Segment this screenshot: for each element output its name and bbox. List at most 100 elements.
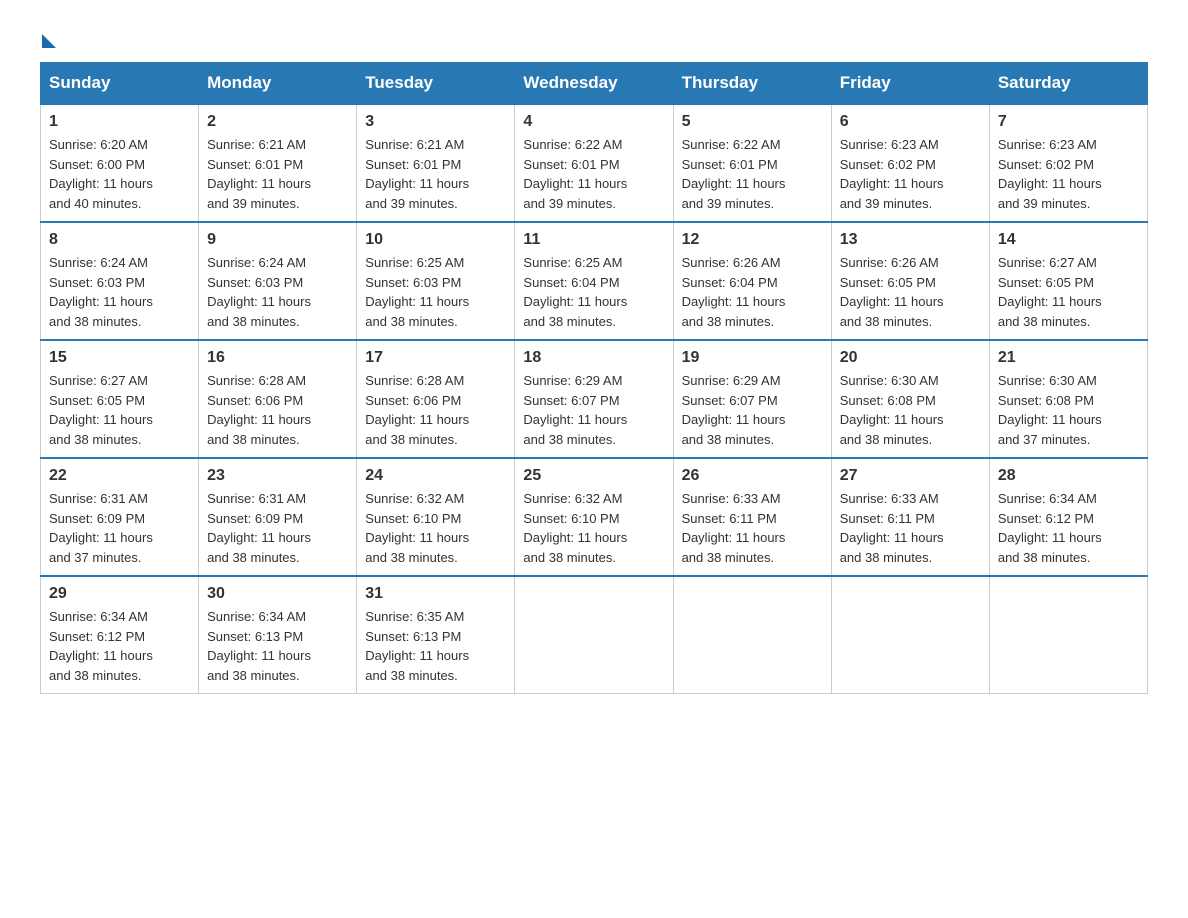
day-number: 15 [49,349,190,367]
day-number: 23 [207,467,348,485]
calendar-day-cell: 31 Sunrise: 6:35 AM Sunset: 6:13 PM Dayl… [357,576,515,694]
day-number: 20 [840,349,981,367]
day-info: Sunrise: 6:24 AM Sunset: 6:03 PM Dayligh… [49,253,190,331]
calendar-week-row: 15 Sunrise: 6:27 AM Sunset: 6:05 PM Dayl… [41,340,1148,458]
calendar-header-wednesday: Wednesday [515,63,673,105]
day-number: 11 [523,231,664,249]
day-info: Sunrise: 6:26 AM Sunset: 6:04 PM Dayligh… [682,253,823,331]
calendar-day-cell: 15 Sunrise: 6:27 AM Sunset: 6:05 PM Dayl… [41,340,199,458]
calendar-day-cell: 5 Sunrise: 6:22 AM Sunset: 6:01 PM Dayli… [673,104,831,222]
calendar-day-cell [673,576,831,694]
day-info: Sunrise: 6:30 AM Sunset: 6:08 PM Dayligh… [998,371,1139,449]
day-info: Sunrise: 6:23 AM Sunset: 6:02 PM Dayligh… [998,135,1139,213]
calendar-day-cell: 18 Sunrise: 6:29 AM Sunset: 6:07 PM Dayl… [515,340,673,458]
day-number: 6 [840,113,981,131]
calendar-week-row: 29 Sunrise: 6:34 AM Sunset: 6:12 PM Dayl… [41,576,1148,694]
day-info: Sunrise: 6:22 AM Sunset: 6:01 PM Dayligh… [682,135,823,213]
day-number: 12 [682,231,823,249]
calendar-week-row: 22 Sunrise: 6:31 AM Sunset: 6:09 PM Dayl… [41,458,1148,576]
calendar-day-cell: 23 Sunrise: 6:31 AM Sunset: 6:09 PM Dayl… [199,458,357,576]
calendar-day-cell: 22 Sunrise: 6:31 AM Sunset: 6:09 PM Dayl… [41,458,199,576]
calendar-day-cell: 30 Sunrise: 6:34 AM Sunset: 6:13 PM Dayl… [199,576,357,694]
calendar-day-cell: 21 Sunrise: 6:30 AM Sunset: 6:08 PM Dayl… [989,340,1147,458]
calendar-day-cell: 26 Sunrise: 6:33 AM Sunset: 6:11 PM Dayl… [673,458,831,576]
calendar-day-cell [989,576,1147,694]
day-number: 18 [523,349,664,367]
logo [40,30,56,42]
day-number: 9 [207,231,348,249]
day-number: 22 [49,467,190,485]
calendar-table: SundayMondayTuesdayWednesdayThursdayFrid… [40,62,1148,694]
calendar-day-cell: 11 Sunrise: 6:25 AM Sunset: 6:04 PM Dayl… [515,222,673,340]
calendar-header-tuesday: Tuesday [357,63,515,105]
day-info: Sunrise: 6:35 AM Sunset: 6:13 PM Dayligh… [365,607,506,685]
day-info: Sunrise: 6:24 AM Sunset: 6:03 PM Dayligh… [207,253,348,331]
calendar-day-cell: 17 Sunrise: 6:28 AM Sunset: 6:06 PM Dayl… [357,340,515,458]
page-header [40,30,1148,42]
day-info: Sunrise: 6:30 AM Sunset: 6:08 PM Dayligh… [840,371,981,449]
day-number: 7 [998,113,1139,131]
day-number: 21 [998,349,1139,367]
calendar-day-cell: 27 Sunrise: 6:33 AM Sunset: 6:11 PM Dayl… [831,458,989,576]
calendar-day-cell: 10 Sunrise: 6:25 AM Sunset: 6:03 PM Dayl… [357,222,515,340]
calendar-day-cell: 24 Sunrise: 6:32 AM Sunset: 6:10 PM Dayl… [357,458,515,576]
day-info: Sunrise: 6:34 AM Sunset: 6:12 PM Dayligh… [49,607,190,685]
day-number: 28 [998,467,1139,485]
calendar-day-cell: 8 Sunrise: 6:24 AM Sunset: 6:03 PM Dayli… [41,222,199,340]
calendar-header-sunday: Sunday [41,63,199,105]
calendar-day-cell: 29 Sunrise: 6:34 AM Sunset: 6:12 PM Dayl… [41,576,199,694]
day-number: 5 [682,113,823,131]
day-number: 27 [840,467,981,485]
calendar-day-cell: 7 Sunrise: 6:23 AM Sunset: 6:02 PM Dayli… [989,104,1147,222]
day-info: Sunrise: 6:29 AM Sunset: 6:07 PM Dayligh… [682,371,823,449]
calendar-header-monday: Monday [199,63,357,105]
calendar-day-cell: 13 Sunrise: 6:26 AM Sunset: 6:05 PM Dayl… [831,222,989,340]
day-info: Sunrise: 6:28 AM Sunset: 6:06 PM Dayligh… [207,371,348,449]
calendar-day-cell: 1 Sunrise: 6:20 AM Sunset: 6:00 PM Dayli… [41,104,199,222]
day-number: 2 [207,113,348,131]
day-number: 31 [365,585,506,603]
calendar-day-cell: 14 Sunrise: 6:27 AM Sunset: 6:05 PM Dayl… [989,222,1147,340]
day-info: Sunrise: 6:33 AM Sunset: 6:11 PM Dayligh… [682,489,823,567]
calendar-header-saturday: Saturday [989,63,1147,105]
calendar-header-friday: Friday [831,63,989,105]
day-info: Sunrise: 6:32 AM Sunset: 6:10 PM Dayligh… [523,489,664,567]
calendar-day-cell: 6 Sunrise: 6:23 AM Sunset: 6:02 PM Dayli… [831,104,989,222]
day-number: 4 [523,113,664,131]
day-number: 16 [207,349,348,367]
calendar-day-cell: 9 Sunrise: 6:24 AM Sunset: 6:03 PM Dayli… [199,222,357,340]
calendar-day-cell: 12 Sunrise: 6:26 AM Sunset: 6:04 PM Dayl… [673,222,831,340]
logo-general-text [40,30,56,48]
calendar-header-row: SundayMondayTuesdayWednesdayThursdayFrid… [41,63,1148,105]
day-info: Sunrise: 6:31 AM Sunset: 6:09 PM Dayligh… [49,489,190,567]
day-info: Sunrise: 6:32 AM Sunset: 6:10 PM Dayligh… [365,489,506,567]
day-number: 13 [840,231,981,249]
day-info: Sunrise: 6:31 AM Sunset: 6:09 PM Dayligh… [207,489,348,567]
day-info: Sunrise: 6:26 AM Sunset: 6:05 PM Dayligh… [840,253,981,331]
logo-arrow-icon [42,34,56,48]
day-number: 25 [523,467,664,485]
calendar-day-cell: 16 Sunrise: 6:28 AM Sunset: 6:06 PM Dayl… [199,340,357,458]
calendar-week-row: 1 Sunrise: 6:20 AM Sunset: 6:00 PM Dayli… [41,104,1148,222]
calendar-day-cell: 2 Sunrise: 6:21 AM Sunset: 6:01 PM Dayli… [199,104,357,222]
day-info: Sunrise: 6:34 AM Sunset: 6:12 PM Dayligh… [998,489,1139,567]
day-info: Sunrise: 6:21 AM Sunset: 6:01 PM Dayligh… [365,135,506,213]
calendar-day-cell: 28 Sunrise: 6:34 AM Sunset: 6:12 PM Dayl… [989,458,1147,576]
day-info: Sunrise: 6:33 AM Sunset: 6:11 PM Dayligh… [840,489,981,567]
day-info: Sunrise: 6:29 AM Sunset: 6:07 PM Dayligh… [523,371,664,449]
day-number: 14 [998,231,1139,249]
day-info: Sunrise: 6:23 AM Sunset: 6:02 PM Dayligh… [840,135,981,213]
calendar-day-cell: 20 Sunrise: 6:30 AM Sunset: 6:08 PM Dayl… [831,340,989,458]
day-info: Sunrise: 6:25 AM Sunset: 6:04 PM Dayligh… [523,253,664,331]
calendar-day-cell: 3 Sunrise: 6:21 AM Sunset: 6:01 PM Dayli… [357,104,515,222]
day-number: 29 [49,585,190,603]
day-number: 19 [682,349,823,367]
day-info: Sunrise: 6:22 AM Sunset: 6:01 PM Dayligh… [523,135,664,213]
calendar-day-cell [831,576,989,694]
calendar-day-cell: 25 Sunrise: 6:32 AM Sunset: 6:10 PM Dayl… [515,458,673,576]
day-info: Sunrise: 6:20 AM Sunset: 6:00 PM Dayligh… [49,135,190,213]
calendar-day-cell [515,576,673,694]
day-number: 26 [682,467,823,485]
day-number: 8 [49,231,190,249]
day-number: 10 [365,231,506,249]
